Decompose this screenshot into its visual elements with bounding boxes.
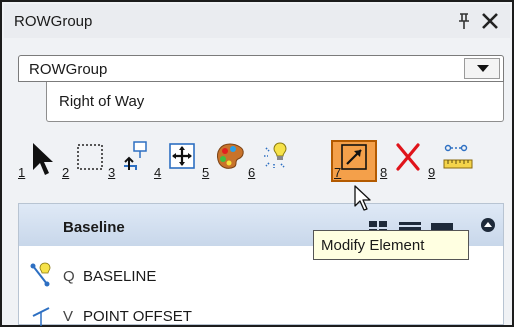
point-offset-feature-icon [32,307,50,326]
tool-2-number: 2 [62,165,70,180]
fence-select-icon [77,144,103,170]
measure-distance-icon [443,144,473,169]
tool-3-place[interactable]: 3 [108,140,152,182]
highlight-elements-icon [264,142,287,168]
tool-1-number: 1 [18,165,26,180]
tool-1-select[interactable]: 1 [18,140,58,182]
tool-8-number: 8 [380,165,388,180]
pin-icon[interactable] [456,12,472,30]
tool-6-spacer [296,140,328,182]
tool-8-delete[interactable]: 8 [380,140,424,182]
collapse-up-icon[interactable] [481,218,495,232]
list-item[interactable]: Q BASELINE [19,254,503,294]
move-element-icon [169,143,195,169]
modify-element-icon [341,144,367,170]
tool-2-fence[interactable]: 2 [62,140,106,182]
tool-6-number: 6 [248,165,256,180]
place-element-icon [124,141,147,170]
group-select-dropdown-button[interactable] [464,58,500,79]
feature-code: Q [63,268,75,285]
panel-title: Baseline [63,219,125,236]
tool-4-number: 4 [154,165,162,180]
group-select[interactable]: ROWGroup [18,55,504,82]
category-value: Right of Way [59,93,145,110]
baseline-panel: Baseline Q BASELINE V POINT OFFSET [18,203,504,326]
window-title: ROWGroup [14,13,93,30]
tool-3-number: 3 [108,165,116,180]
feature-code: V [63,308,74,325]
feature-name: BASELINE [83,268,157,285]
feature-name: POINT OFFSET [83,308,192,325]
tool-5-number: 5 [202,165,210,180]
chevron-down-icon [477,65,489,72]
category-select[interactable]: Right of Way [46,82,504,122]
mouse-cursor-icon [354,185,371,211]
baseline-feature-icon [30,262,51,287]
paint-palette-icon [217,143,244,169]
tool-9-measure[interactable]: 9 [428,140,484,182]
modify-element-tooltip: Modify Element [313,230,469,260]
group-select-value: ROWGroup [29,61,108,78]
close-icon[interactable] [480,11,500,31]
title-bar: ROWGroup [4,4,510,38]
tool-9-number: 9 [428,165,436,180]
delete-element-icon [396,143,420,171]
tool-6-highlight[interactable]: 6 [248,140,292,182]
list-item[interactable]: V POINT OFFSET [19,294,503,334]
tool-4-move[interactable]: 4 [154,140,198,182]
tool-7-modify[interactable]: 7 [332,140,378,182]
tool-5-symbology[interactable]: 5 [202,140,246,182]
select-arrow-icon [33,143,53,175]
